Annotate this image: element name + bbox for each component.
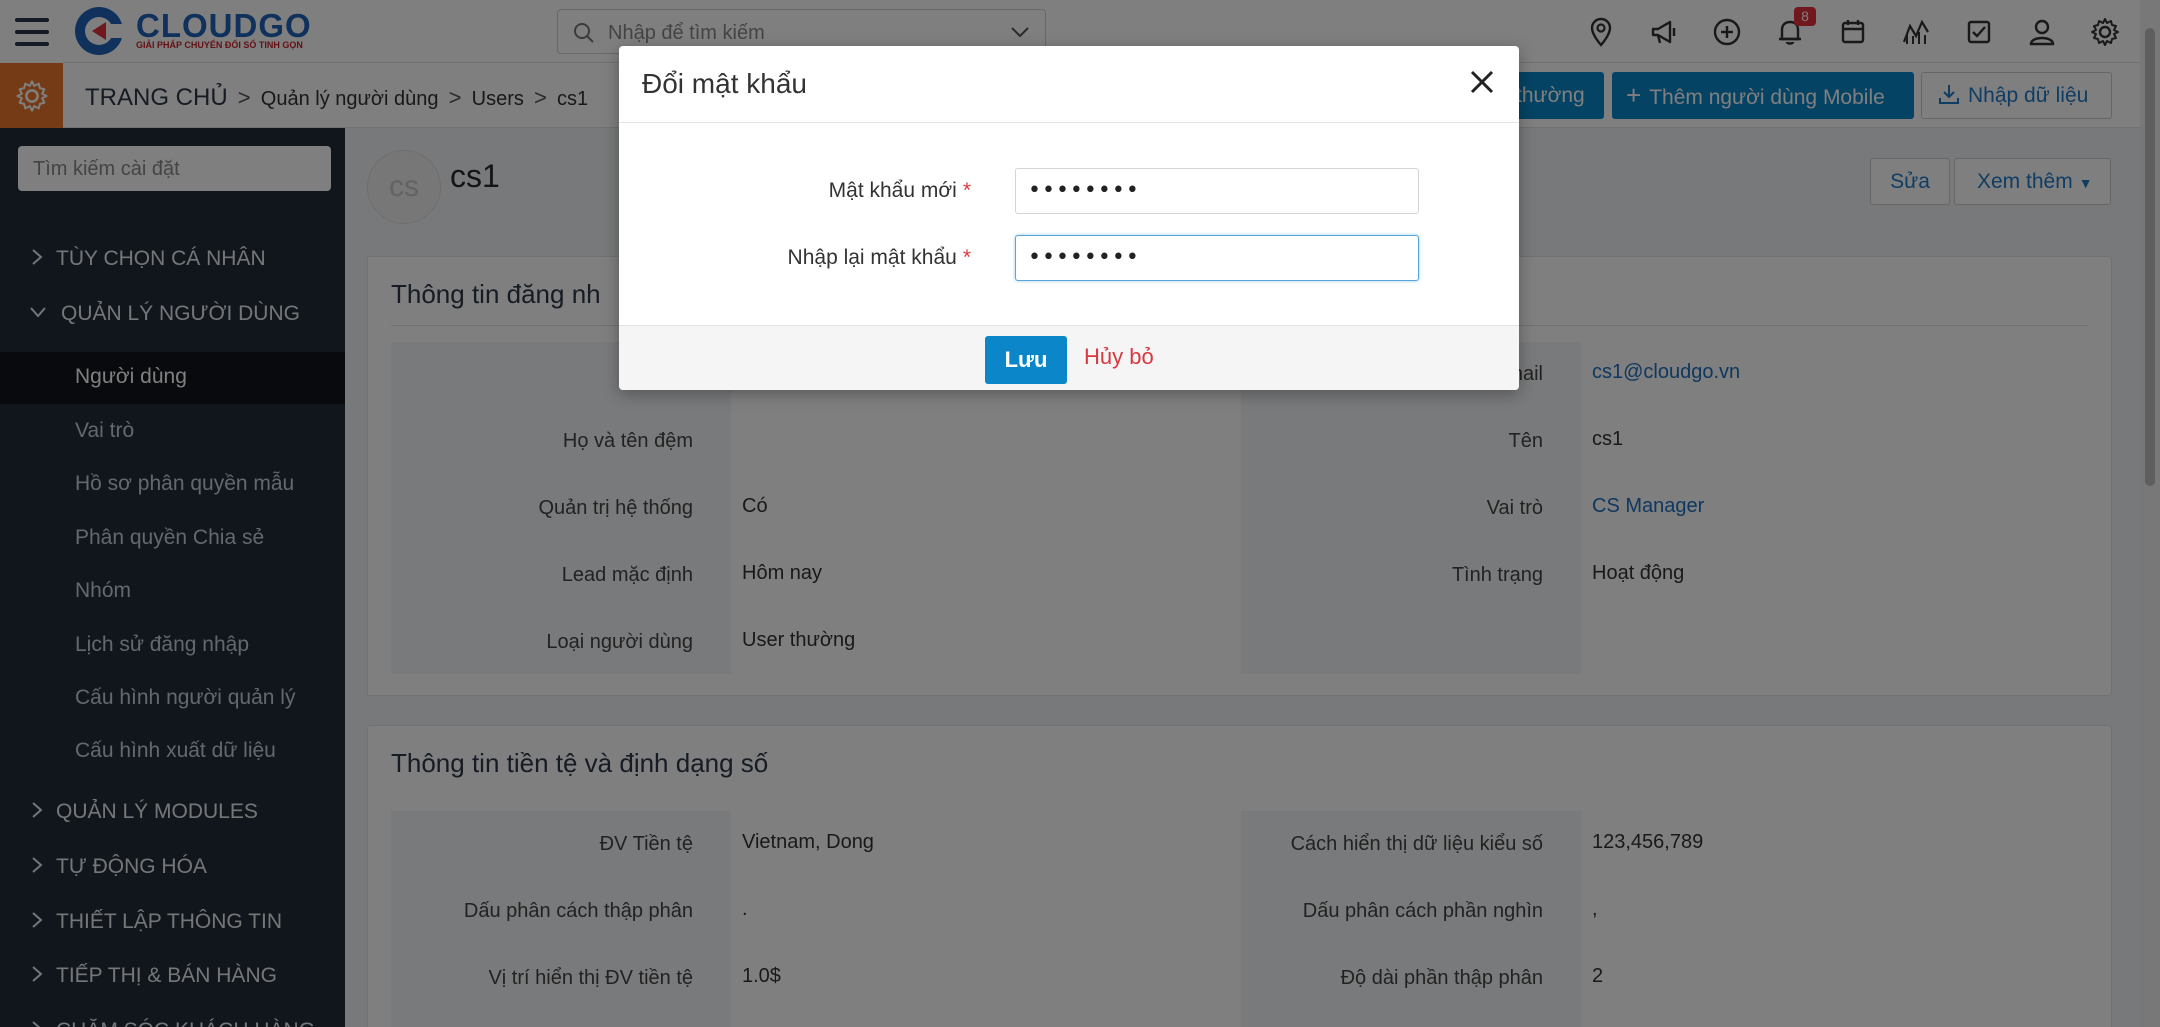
required-mark: * xyxy=(962,179,971,202)
save-button[interactable]: Lưu xyxy=(985,336,1067,384)
close-icon[interactable] xyxy=(1467,67,1497,97)
cancel-link[interactable]: Hủy bỏ xyxy=(1084,344,1154,370)
field-label-text: Mật khẩu mới xyxy=(828,179,957,202)
new-password-input[interactable]: •••••••• xyxy=(1015,168,1419,214)
confirm-password-input[interactable]: •••••••• xyxy=(1015,235,1419,281)
dialog-footer: Lưu Hủy bỏ xyxy=(619,325,1519,390)
divider xyxy=(619,122,1519,123)
change-password-dialog: Đổi mật khẩu Mật khẩu mới * •••••••• Nhập… xyxy=(619,46,1519,390)
field-label-text: Nhập lại mật khẩu xyxy=(787,246,957,269)
dialog-title: Đổi mật khẩu xyxy=(642,68,807,99)
new-password-label: Mật khẩu mới * xyxy=(829,179,971,203)
required-mark: * xyxy=(962,246,971,269)
confirm-password-label: Nhập lại mật khẩu * xyxy=(788,246,971,270)
